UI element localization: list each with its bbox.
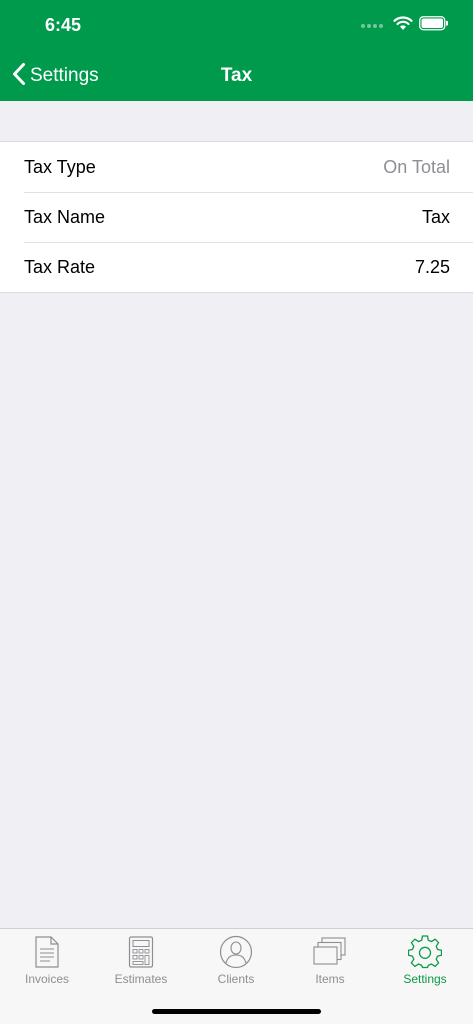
battery-icon bbox=[419, 16, 449, 36]
cellular-signal-icon bbox=[361, 24, 383, 28]
person-icon bbox=[218, 935, 254, 969]
stack-icon bbox=[312, 935, 348, 969]
wifi-icon bbox=[393, 16, 413, 36]
row-tax-name[interactable]: Tax Name Tax bbox=[0, 192, 473, 242]
tab-items[interactable]: Items bbox=[283, 935, 377, 991]
navigation-header: 6:45 Settings Tax bbox=[0, 0, 473, 101]
tab-settings[interactable]: Settings bbox=[378, 935, 472, 991]
row-tax-type[interactable]: Tax Type On Total bbox=[0, 142, 473, 192]
document-icon bbox=[29, 935, 65, 969]
row-value: On Total bbox=[383, 156, 450, 177]
home-indicator bbox=[152, 1009, 321, 1014]
row-tax-rate[interactable]: Tax Rate 7.25 bbox=[0, 242, 473, 292]
tab-clients[interactable]: Clients bbox=[189, 935, 283, 991]
tab-label: Settings bbox=[403, 972, 447, 986]
gear-icon bbox=[407, 935, 443, 969]
tab-invoices[interactable]: Invoices bbox=[0, 935, 94, 991]
row-value: Tax bbox=[421, 206, 450, 227]
tab-label: Invoices bbox=[24, 972, 70, 986]
status-indicators bbox=[361, 16, 449, 36]
calculator-icon bbox=[123, 935, 159, 969]
row-label: Tax Rate bbox=[24, 256, 96, 277]
row-label: Tax Name bbox=[24, 206, 106, 227]
page-title: Tax bbox=[220, 65, 253, 86]
status-time: 6:45 bbox=[45, 15, 82, 35]
tab-estimates[interactable]: Estimates bbox=[94, 935, 188, 991]
tab-label: Items bbox=[315, 972, 345, 986]
row-label: Tax Type bbox=[24, 156, 96, 177]
row-value: 7.25 bbox=[414, 256, 450, 277]
tab-label: Estimates bbox=[114, 972, 168, 986]
tab-label: Clients bbox=[217, 972, 255, 986]
tax-settings-table: Tax Type On Total Tax Name Tax Tax Rate … bbox=[0, 141, 473, 293]
